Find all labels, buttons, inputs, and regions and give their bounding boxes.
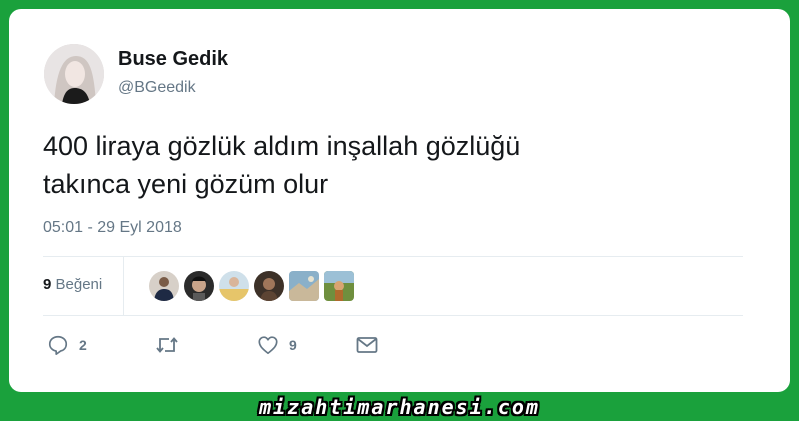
liker-avatar[interactable]	[254, 271, 284, 301]
liker-avatar[interactable]	[184, 271, 214, 301]
divider-bottom	[43, 315, 743, 316]
likes-summary[interactable]: 9 Beğeni	[43, 276, 102, 293]
like-button[interactable]: 9	[257, 329, 297, 361]
envelope-icon	[356, 337, 378, 353]
like-count: 9	[289, 337, 297, 353]
heart-icon	[258, 336, 278, 355]
share-dm-button[interactable]	[355, 329, 379, 361]
reply-button[interactable]: 2	[47, 329, 87, 361]
reply-icon	[48, 335, 68, 355]
liker-avatar[interactable]	[149, 271, 179, 301]
retweet-icon	[156, 337, 178, 353]
liker-avatar[interactable]	[289, 271, 319, 301]
author-handle[interactable]: @BGeedik	[118, 79, 196, 97]
retweet-button[interactable]	[155, 329, 179, 361]
reply-count: 2	[79, 337, 87, 353]
tweet-card: Buse Gedik @BGeedik 400 liraya gözlük al…	[9, 9, 790, 392]
tweet-timestamp[interactable]: 05:01 - 29 Eyl 2018	[43, 219, 182, 237]
likes-row: 9 Beğeni	[43, 257, 743, 315]
liker-avatar[interactable]	[324, 271, 354, 301]
tweet-text: 400 liraya gözlük aldım inşallah gözlüğü…	[43, 127, 743, 203]
likes-label: Beğeni	[55, 276, 103, 293]
site-watermark: mizahtimarhanesi.com	[259, 395, 540, 419]
liker-avatar[interactable]	[219, 271, 249, 301]
tweet-text-line-2: takınca yeni gözüm olur	[43, 169, 329, 199]
likes-divider	[123, 257, 124, 315]
likes-count: 9	[43, 276, 52, 293]
tweet-text-line-1: 400 liraya gözlük aldım inşallah gözlüğü	[43, 131, 521, 161]
author-name[interactable]: Buse Gedik	[118, 48, 228, 71]
tweet-actions: 2 9	[43, 329, 743, 361]
author-avatar[interactable]	[44, 44, 104, 104]
